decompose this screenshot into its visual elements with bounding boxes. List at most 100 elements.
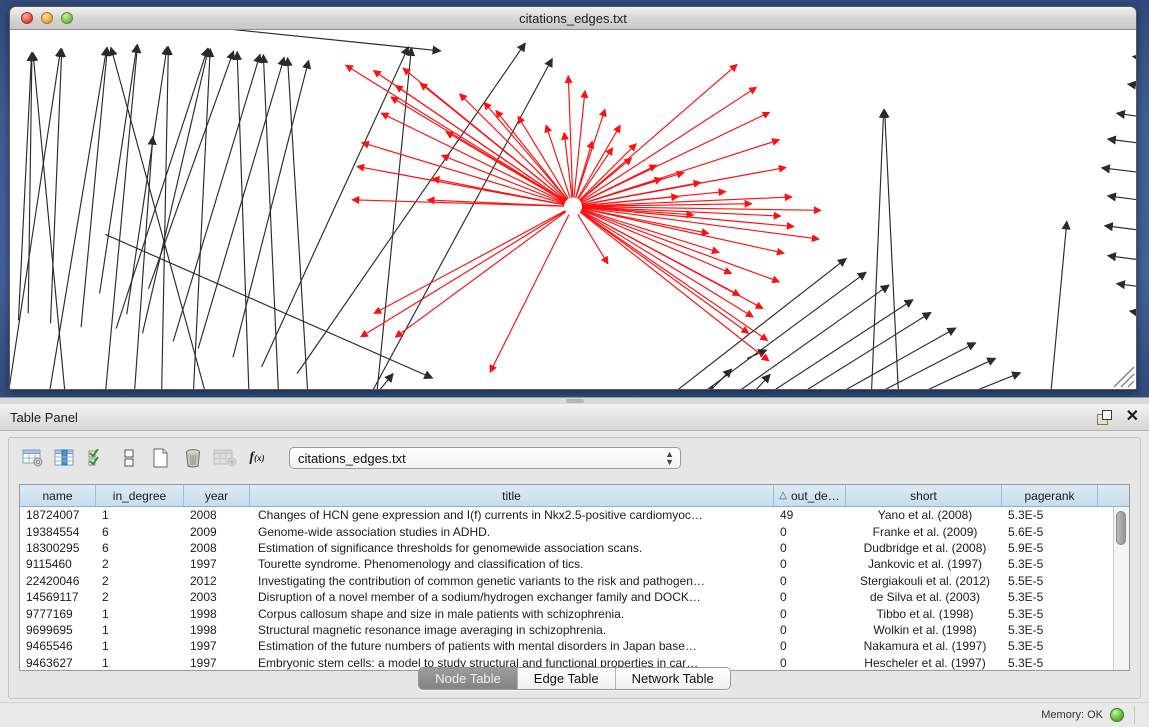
table-cell[interactable]: 0	[774, 639, 846, 653]
table-cell[interactable]: Investigating the contribution of common…	[250, 574, 774, 588]
network-canvas[interactable]	[10, 30, 1136, 389]
table-cell[interactable]: 5.3E-5	[1002, 623, 1098, 637]
table-row[interactable]: 911546021997Tourette syndrome. Phenomeno…	[20, 556, 1113, 572]
table-cell[interactable]: 1	[96, 508, 184, 522]
create-column-button[interactable]	[147, 445, 175, 471]
table-row[interactable]: 1830029562008Estimation of significance …	[20, 540, 1113, 556]
column-header[interactable]: pagerank	[1002, 485, 1098, 506]
table-cell[interactable]: 5.3E-5	[1002, 557, 1098, 571]
table-cell[interactable]: Dudbridge et al. (2008)	[846, 541, 1002, 555]
table-cell[interactable]: 18300295	[20, 541, 96, 555]
zoom-window-button[interactable]	[61, 12, 73, 24]
table-cell[interactable]: 5.6E-5	[1002, 525, 1098, 539]
delete-columns-button[interactable]	[179, 445, 207, 471]
show-columns-button[interactable]	[51, 445, 79, 471]
table-cell[interactable]: 1998	[184, 623, 250, 637]
table-row[interactable]: 946554611997Estimation of the future num…	[20, 638, 1113, 654]
table-cell[interactable]: 5.3E-5	[1002, 639, 1098, 653]
table-cell[interactable]: 9777169	[20, 607, 96, 621]
table-row[interactable]: 969969511998Structural magnetic resonanc…	[20, 622, 1113, 638]
table-cell[interactable]: 1997	[184, 639, 250, 653]
network-view[interactable]	[10, 30, 1136, 389]
function-builder-button[interactable]: f(x)	[243, 445, 271, 471]
column-header[interactable]: title	[250, 485, 774, 506]
table-cell[interactable]: 0	[774, 574, 846, 588]
table-cell[interactable]: Nakamura et al. (1997)	[846, 639, 1002, 653]
minimize-window-button[interactable]	[41, 12, 53, 24]
table-cell[interactable]: 2012	[184, 574, 250, 588]
close-window-button[interactable]	[21, 12, 33, 24]
table-cell[interactable]: 14569117	[20, 590, 96, 604]
resize-grip-icon[interactable]	[1114, 367, 1134, 387]
table-cell[interactable]: 22420046	[20, 574, 96, 588]
row-height-button[interactable]	[115, 445, 143, 471]
table-cell[interactable]: 49	[774, 508, 846, 522]
table-cell[interactable]: Disruption of a novel member of a sodium…	[250, 590, 774, 604]
column-header[interactable]: year	[184, 485, 250, 506]
table-cell[interactable]: 0	[774, 557, 846, 571]
column-header[interactable]: short	[846, 485, 1002, 506]
table-cell[interactable]: 1	[96, 623, 184, 637]
table-cell[interactable]: 1998	[184, 607, 250, 621]
table-cell[interactable]: 0	[774, 623, 846, 637]
table-cell[interactable]: 2008	[184, 508, 250, 522]
table-cell[interactable]: 9115460	[20, 557, 96, 571]
table-cell[interactable]: Tourette syndrome. Phenomenology and cla…	[250, 557, 774, 571]
table-row[interactable]: 1456911722003Disruption of a novel membe…	[20, 589, 1113, 605]
tab-edge-table[interactable]: Edge Table	[518, 668, 616, 689]
horizontal-splitter[interactable]	[0, 397, 1149, 404]
table-cell[interactable]: 0	[774, 607, 846, 621]
column-header[interactable]: △out_de…	[774, 485, 846, 506]
column-header[interactable]: in_degree	[96, 485, 184, 506]
table-cell[interactable]: Franke et al. (2009)	[846, 525, 1002, 539]
table-cell[interactable]: Genome-wide association studies in ADHD.	[250, 525, 774, 539]
table-cell[interactable]: 5.3E-5	[1002, 607, 1098, 621]
table-cell[interactable]: 6	[96, 541, 184, 555]
table-cell[interactable]: de Silva et al. (2003)	[846, 590, 1002, 604]
table-cell[interactable]: Estimation of the future numbers of pati…	[250, 639, 774, 653]
table-cell[interactable]: Jankovic et al. (1997)	[846, 557, 1002, 571]
table-cell[interactable]: 6	[96, 525, 184, 539]
table-row[interactable]: 1938455462009Genome-wide association stu…	[20, 523, 1113, 539]
table-mode-button[interactable]	[19, 445, 47, 471]
table-cell[interactable]: 9699695	[20, 623, 96, 637]
table-cell[interactable]: Tibbo et al. (1998)	[846, 607, 1002, 621]
table-cell[interactable]: 0	[774, 590, 846, 604]
float-panel-icon[interactable]	[1097, 410, 1112, 425]
table-cell[interactable]: 9465546	[20, 639, 96, 653]
table-cell[interactable]: 2009	[184, 525, 250, 539]
table-cell[interactable]: 2	[96, 574, 184, 588]
table-cell[interactable]: 2	[96, 590, 184, 604]
table-cell[interactable]: 2003	[184, 590, 250, 604]
table-cell[interactable]: 5.3E-5	[1002, 590, 1098, 604]
delete-table-button[interactable]	[211, 445, 239, 471]
table-cell[interactable]: 0	[774, 525, 846, 539]
table-cell[interactable]: 5.5E-5	[1002, 574, 1098, 588]
tab-node-table[interactable]: Node Table	[419, 668, 518, 689]
table-row[interactable]: 2242004622012Investigating the contribut…	[20, 573, 1113, 589]
network-window[interactable]: citations_edges.txt	[9, 6, 1137, 390]
close-panel-icon[interactable]: ✕	[1126, 410, 1139, 424]
scrollbar-thumb[interactable]	[1116, 511, 1126, 545]
tab-network-table[interactable]: Network Table	[616, 668, 730, 689]
vertical-scrollbar[interactable]	[1113, 507, 1129, 671]
table-row[interactable]: 977716911998Corpus callosum shape and si…	[20, 605, 1113, 621]
table-cell[interactable]: 1	[96, 639, 184, 653]
table-cell[interactable]: Changes of HCN gene expression and I(f) …	[250, 508, 774, 522]
splitter-grip[interactable]	[566, 399, 584, 403]
memory-status-icon[interactable]	[1110, 708, 1124, 722]
table-cell[interactable]: Corpus callosum shape and size in male p…	[250, 607, 774, 621]
network-window-titlebar[interactable]: citations_edges.txt	[10, 7, 1136, 30]
table-selector-dropdown[interactable]: citations_edges.txt ▲▼	[289, 447, 681, 469]
table-cell[interactable]: Estimation of significance thresholds fo…	[250, 541, 774, 555]
column-header[interactable]: name	[20, 485, 96, 506]
table-cell[interactable]: 2	[96, 557, 184, 571]
table-cell[interactable]: Stergiakouli et al. (2012)	[846, 574, 1002, 588]
select-columns-button[interactable]	[83, 445, 111, 471]
table-cell[interactable]: 18724007	[20, 508, 96, 522]
table-cell[interactable]: Yano et al. (2008)	[846, 508, 1002, 522]
table-cell[interactable]: Wolkin et al. (1998)	[846, 623, 1002, 637]
table-cell[interactable]: 19384554	[20, 525, 96, 539]
table-cell[interactable]: Structural magnetic resonance image aver…	[250, 623, 774, 637]
table-cell[interactable]: 2008	[184, 541, 250, 555]
